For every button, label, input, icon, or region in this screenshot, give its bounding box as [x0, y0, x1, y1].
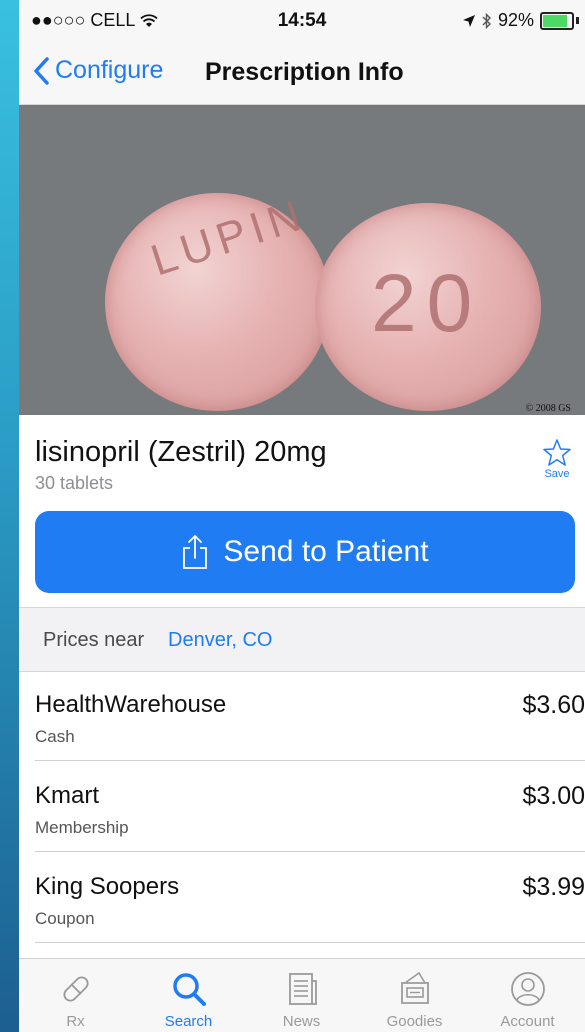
- location-link[interactable]: Denver, CO: [168, 629, 272, 652]
- tab-label: Goodies: [386, 1013, 443, 1030]
- account-icon: [510, 972, 545, 1006]
- pill-icon: [62, 976, 89, 1002]
- save-label: Save: [544, 468, 570, 480]
- save-button[interactable]: Save: [537, 438, 577, 480]
- row-divider: [35, 851, 585, 852]
- price-type: Coupon: [35, 909, 95, 928]
- price-amount: $3.60: [522, 691, 585, 719]
- drug-quantity: 30 tablets: [35, 473, 114, 493]
- send-to-patient-button[interactable]: Send to Patient: [35, 511, 575, 593]
- prices-header-label: Prices near: [43, 629, 145, 651]
- price-row-healthwarehouse[interactable]: HealthWarehouse Cash $3.60: [19, 671, 585, 761]
- drug-name: lisinopril (Zestril) 20mg: [35, 436, 327, 468]
- battery-percent: 92%: [497, 10, 534, 30]
- price-amount: $3.99: [522, 873, 585, 901]
- goodies-icon: [400, 971, 429, 1004]
- chevron-left-icon: [34, 56, 49, 85]
- pharmacy-name: Kmart: [35, 782, 100, 809]
- price-amount: $3.00: [522, 782, 585, 810]
- status-right: 92%: [462, 10, 579, 31]
- price-row-kmart[interactable]: Kmart Membership $3.00: [19, 762, 585, 852]
- image-copyright: © 2008 GS: [525, 403, 571, 414]
- price-row-king-soopers[interactable]: King Soopers Coupon $3.99: [19, 853, 585, 943]
- price-type: Membership: [35, 818, 129, 837]
- share-icon: [183, 535, 208, 569]
- tab-label: News: [282, 1013, 321, 1030]
- send-button-label: Send to Patient: [223, 535, 429, 568]
- tab-rx[interactable]: Rx: [19, 959, 132, 1032]
- pill-imprint-back: 20: [371, 258, 483, 349]
- bluetooth-icon: [482, 12, 491, 29]
- tab-news[interactable]: News: [245, 959, 358, 1032]
- row-divider: [35, 942, 585, 943]
- pharmacy-name: King Soopers: [35, 873, 180, 900]
- tab-search[interactable]: Search: [132, 959, 245, 1032]
- prices-header: Prices near Denver, CO: [19, 607, 585, 672]
- location-arrow-icon: [462, 14, 475, 27]
- pill-image: LUPIN 20 © 2008 GS: [19, 105, 585, 415]
- tab-goodies[interactable]: Goodies: [358, 959, 471, 1032]
- phone-screen: ●●○○○ CELL 14:54 92% Configure Prescript…: [19, 0, 585, 1032]
- tab-label: Search: [164, 1013, 213, 1030]
- tab-account[interactable]: Account: [471, 959, 584, 1032]
- tab-bar: Rx Search News Goodies Account: [19, 958, 585, 1032]
- search-icon: [172, 973, 206, 1006]
- navigation-bar: Configure Prescription Info: [19, 40, 585, 105]
- price-type: Cash: [35, 727, 75, 746]
- row-divider: [35, 760, 585, 761]
- news-icon: [288, 973, 317, 1005]
- star-icon: [543, 439, 571, 466]
- battery-icon: [540, 11, 574, 30]
- tab-label: Rx: [66, 1013, 85, 1030]
- back-button-label: Configure: [55, 56, 164, 84]
- status-bar: ●●○○○ CELL 14:54 92%: [19, 0, 585, 40]
- pharmacy-name: HealthWarehouse: [35, 691, 227, 718]
- back-button[interactable]: Configure: [33, 56, 163, 85]
- page-title: Prescription Info: [205, 58, 404, 86]
- tab-label: Account: [500, 1013, 555, 1030]
